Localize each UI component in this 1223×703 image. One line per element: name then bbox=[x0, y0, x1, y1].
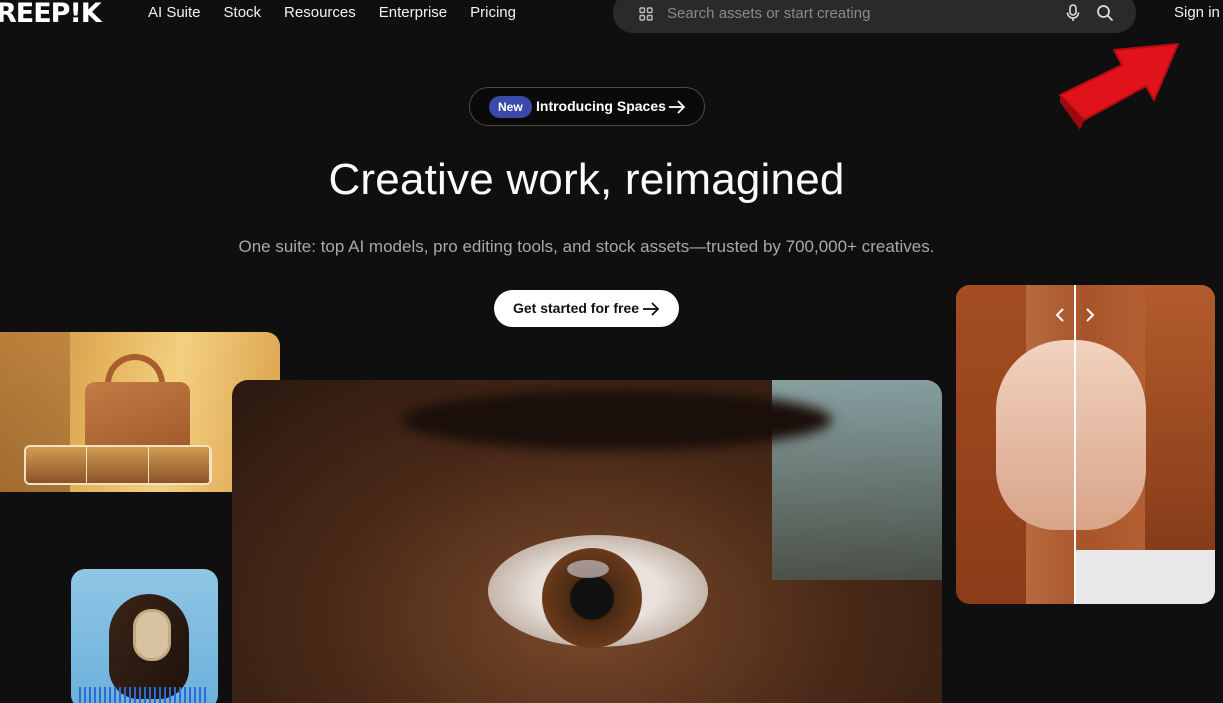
search-input[interactable] bbox=[667, 2, 1047, 24]
eye-reflection bbox=[567, 560, 609, 578]
face bbox=[996, 340, 1146, 530]
get-started-button[interactable]: Get started for free bbox=[494, 290, 679, 327]
before-after-portrait[interactable] bbox=[956, 285, 1215, 604]
get-started-label: Get started for free bbox=[513, 300, 640, 316]
comparison-slider-handle[interactable] bbox=[1074, 285, 1076, 604]
eyebrow bbox=[402, 390, 832, 450]
nav-item-enterprise[interactable]: Enterprise bbox=[379, 4, 447, 21]
eye-closeup-image bbox=[232, 380, 942, 703]
thumbnail bbox=[26, 447, 88, 483]
headphones-image bbox=[71, 569, 218, 703]
nav-item-resources[interactable]: Resources bbox=[284, 4, 356, 21]
arrow-right-icon bbox=[669, 100, 686, 114]
thumbnail bbox=[87, 447, 149, 483]
hero-title: Creative work, reimagined bbox=[328, 155, 845, 204]
new-badge: New bbox=[489, 96, 532, 118]
thumbnail bbox=[148, 447, 210, 483]
shirt bbox=[1076, 550, 1215, 604]
microphone-icon[interactable] bbox=[1065, 4, 1081, 22]
audio-waveform bbox=[79, 687, 209, 703]
annotation-arrow-icon bbox=[1059, 43, 1179, 130]
hero-subtitle: One suite: top AI models, pro editing to… bbox=[238, 237, 935, 256]
chevron-right-icon[interactable] bbox=[1083, 307, 1097, 323]
announcement-pill[interactable]: New Introducing Spaces bbox=[469, 87, 705, 126]
search-bar[interactable] bbox=[613, 0, 1136, 33]
main-nav: AI Suite Stock Resources Enterprise Pric… bbox=[148, 4, 516, 21]
nav-item-stock[interactable]: Stock bbox=[224, 4, 262, 21]
search-icon[interactable] bbox=[1096, 4, 1114, 22]
headphones bbox=[133, 609, 171, 661]
nav-item-ai-suite[interactable]: AI Suite bbox=[148, 4, 201, 21]
sign-in-link[interactable]: Sign in bbox=[1174, 4, 1220, 21]
brand-logo[interactable]: REEP!K bbox=[0, 0, 102, 29]
grid-icon[interactable] bbox=[639, 7, 653, 21]
nav-item-pricing[interactable]: Pricing bbox=[470, 4, 516, 21]
arrow-right-icon bbox=[643, 302, 660, 316]
chevron-left-icon[interactable] bbox=[1053, 307, 1067, 323]
announcement-text: Introducing Spaces bbox=[536, 98, 666, 114]
variation-thumbnails bbox=[24, 445, 212, 485]
